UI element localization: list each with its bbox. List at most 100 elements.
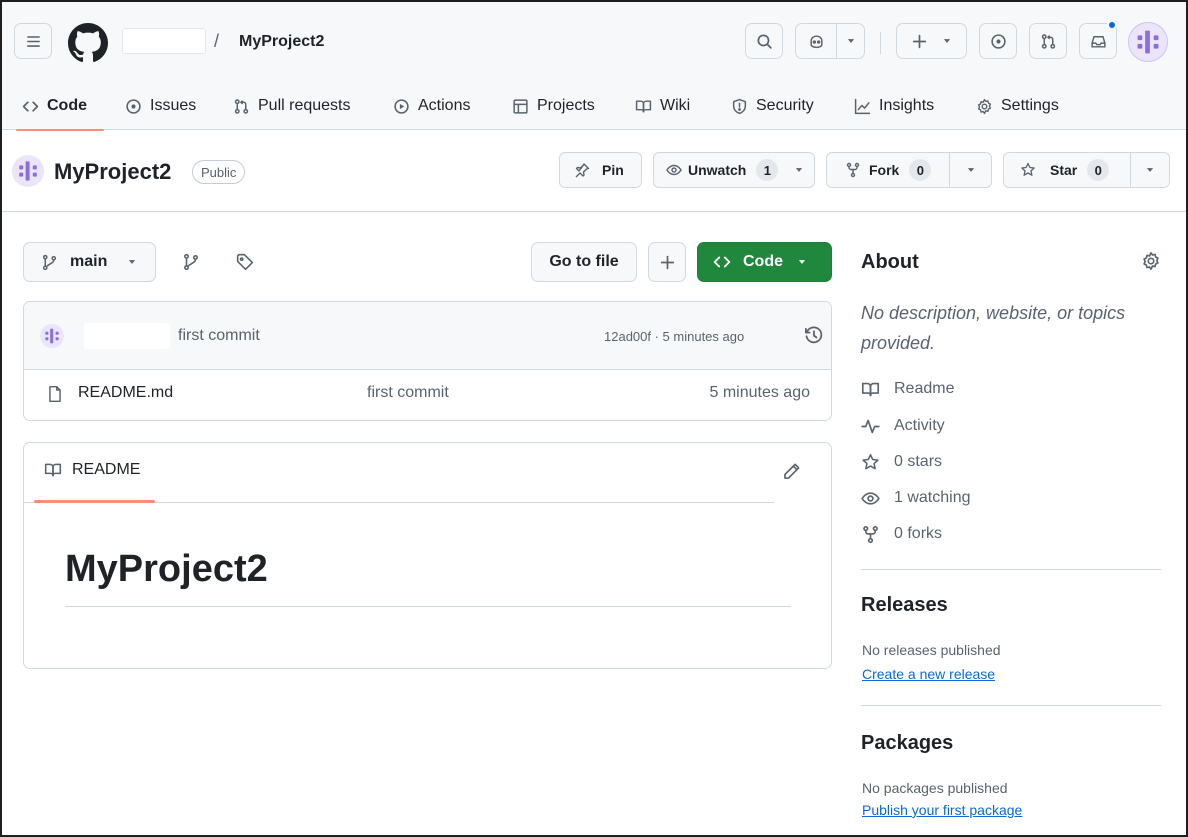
code-dropdown-button[interactable]: Code [697, 242, 832, 282]
repo-title[interactable]: MyProject2 [54, 159, 171, 185]
pull-requests-shortcut-button[interactable] [1029, 23, 1067, 59]
gear-icon [977, 98, 992, 114]
repo-owner-avatar[interactable] [12, 155, 44, 187]
add-file-button[interactable] [648, 242, 686, 282]
user-avatar[interactable] [1128, 22, 1168, 62]
create-new-button[interactable] [896, 23, 967, 59]
tab-insights[interactable]: Insights [854, 82, 934, 130]
star-button[interactable]: Star 0 [1003, 152, 1170, 188]
tab-security[interactable]: Security [731, 82, 814, 130]
issue-opened-icon [126, 98, 141, 114]
go-to-file-button[interactable]: Go to file [531, 242, 637, 282]
breadcrumb-repo[interactable]: MyProject2 [239, 33, 324, 51]
table-row: README.md first commit 5 minutes ago [24, 370, 831, 420]
tab-code[interactable]: Code [22, 82, 87, 130]
create-release-link[interactable]: Create a new release [862, 666, 995, 682]
repo-title-bar: MyProject2 Public Pin Unwatch 1 Fork 0 S… [2, 131, 1186, 212]
fork-button[interactable]: Fork 0 [826, 152, 992, 188]
publish-package-link[interactable]: Publish your first package [862, 802, 1022, 818]
menu-button[interactable] [14, 23, 52, 59]
copilot-icon [809, 34, 823, 48]
pencil-icon[interactable] [782, 462, 801, 481]
eye-icon [666, 164, 682, 176]
visibility-badge: Public [192, 160, 246, 184]
branch-name: main [70, 253, 108, 270]
tab-actions[interactable]: Actions [393, 82, 470, 130]
search-icon [756, 33, 772, 49]
watch-dropdown[interactable] [784, 165, 814, 175]
packages-heading[interactable]: Packages [861, 732, 953, 755]
file-commit-message[interactable]: first commit [367, 384, 449, 402]
latest-commit-meta[interactable]: 12ad00f · 5 minutes ago [604, 329, 744, 344]
about-item-label: Readme [894, 380, 955, 397]
about-heading: About [861, 251, 919, 273]
branch-selector[interactable]: main [23, 242, 156, 282]
pin-label: Pin [602, 162, 624, 178]
issues-shortcut-button[interactable] [979, 23, 1017, 59]
sidebar-divider [861, 705, 1161, 706]
search-button[interactable] [745, 23, 783, 59]
tab-label: Issues [150, 97, 197, 114]
git-pull-request-icon [1041, 33, 1055, 49]
packages-empty-text: No packages published [862, 780, 1008, 796]
caret-down-icon [798, 260, 806, 264]
readme-tab-indicator [34, 500, 155, 503]
plus-icon [660, 255, 674, 269]
avatar-identicon-icon [19, 161, 37, 181]
plus-icon [912, 34, 927, 48]
tab-label: Code [47, 97, 87, 114]
latest-commit-message[interactable]: first commit [178, 327, 260, 345]
star-count: 0 [1087, 159, 1110, 181]
copilot-button[interactable] [795, 23, 865, 59]
owner-name-redacted[interactable] [122, 28, 206, 54]
pin-icon [575, 163, 590, 178]
about-stars-link[interactable]: 0 stars [861, 451, 942, 473]
book-icon [635, 99, 652, 113]
file-icon [49, 385, 61, 403]
about-item-label: 0 stars [894, 453, 943, 470]
avatar-identicon-icon [45, 328, 59, 344]
about-readme-link[interactable]: Readme [861, 378, 954, 400]
pin-button[interactable]: Pin [559, 152, 642, 188]
graph-icon [854, 98, 871, 114]
header-divider [880, 32, 881, 54]
history-icon[interactable] [804, 325, 824, 345]
file-name[interactable]: README.md [78, 384, 173, 402]
code-icon [22, 100, 39, 112]
star-dropdown[interactable] [1131, 165, 1169, 175]
tab-settings[interactable]: Settings [976, 82, 1059, 130]
tab-label: Pull requests [258, 97, 351, 114]
fork-dropdown[interactable] [950, 165, 991, 175]
about-forks-link[interactable]: 0 forks [861, 523, 942, 545]
play-icon [394, 98, 409, 114]
fork-label: Fork [869, 162, 900, 178]
tab-label: Insights [879, 97, 935, 114]
file-age: 5 minutes ago [709, 384, 810, 401]
github-logo-icon[interactable] [68, 23, 108, 63]
tab-label: Projects [537, 97, 595, 114]
about-activity-link[interactable]: Activity [861, 415, 945, 437]
caret-down-icon [943, 39, 951, 43]
branches-link[interactable] [180, 251, 202, 273]
tab-pull-requests[interactable]: Pull requests [233, 82, 351, 130]
caret-down-icon [847, 39, 854, 43]
tab-projects[interactable]: Projects [512, 82, 595, 130]
go-to-file-label: Go to file [549, 253, 619, 270]
tags-link[interactable] [234, 251, 256, 273]
repo-nav: Code Issues Pull requests Actions Projec… [2, 82, 1186, 131]
readme-tab[interactable]: README [44, 461, 140, 479]
tab-wiki[interactable]: Wiki [635, 82, 690, 130]
commit-author-avatar[interactable] [40, 324, 64, 348]
unwatch-button[interactable]: Unwatch 1 [653, 152, 815, 188]
tab-issues[interactable]: Issues [125, 82, 196, 130]
watch-count: 1 [756, 159, 779, 181]
tab-label: Settings [1001, 97, 1059, 114]
releases-heading[interactable]: Releases [861, 594, 948, 617]
gear-icon[interactable] [1141, 251, 1161, 271]
git-branch-icon [184, 253, 198, 271]
file-browser: first commit 12ad00f · 5 minutes ago REA… [23, 301, 832, 421]
commit-author-redacted[interactable] [84, 323, 170, 349]
about-watchers-link[interactable]: 1 watching [861, 487, 971, 509]
star-label: Star [1050, 162, 1078, 178]
about-item-label: Activity [894, 417, 945, 434]
